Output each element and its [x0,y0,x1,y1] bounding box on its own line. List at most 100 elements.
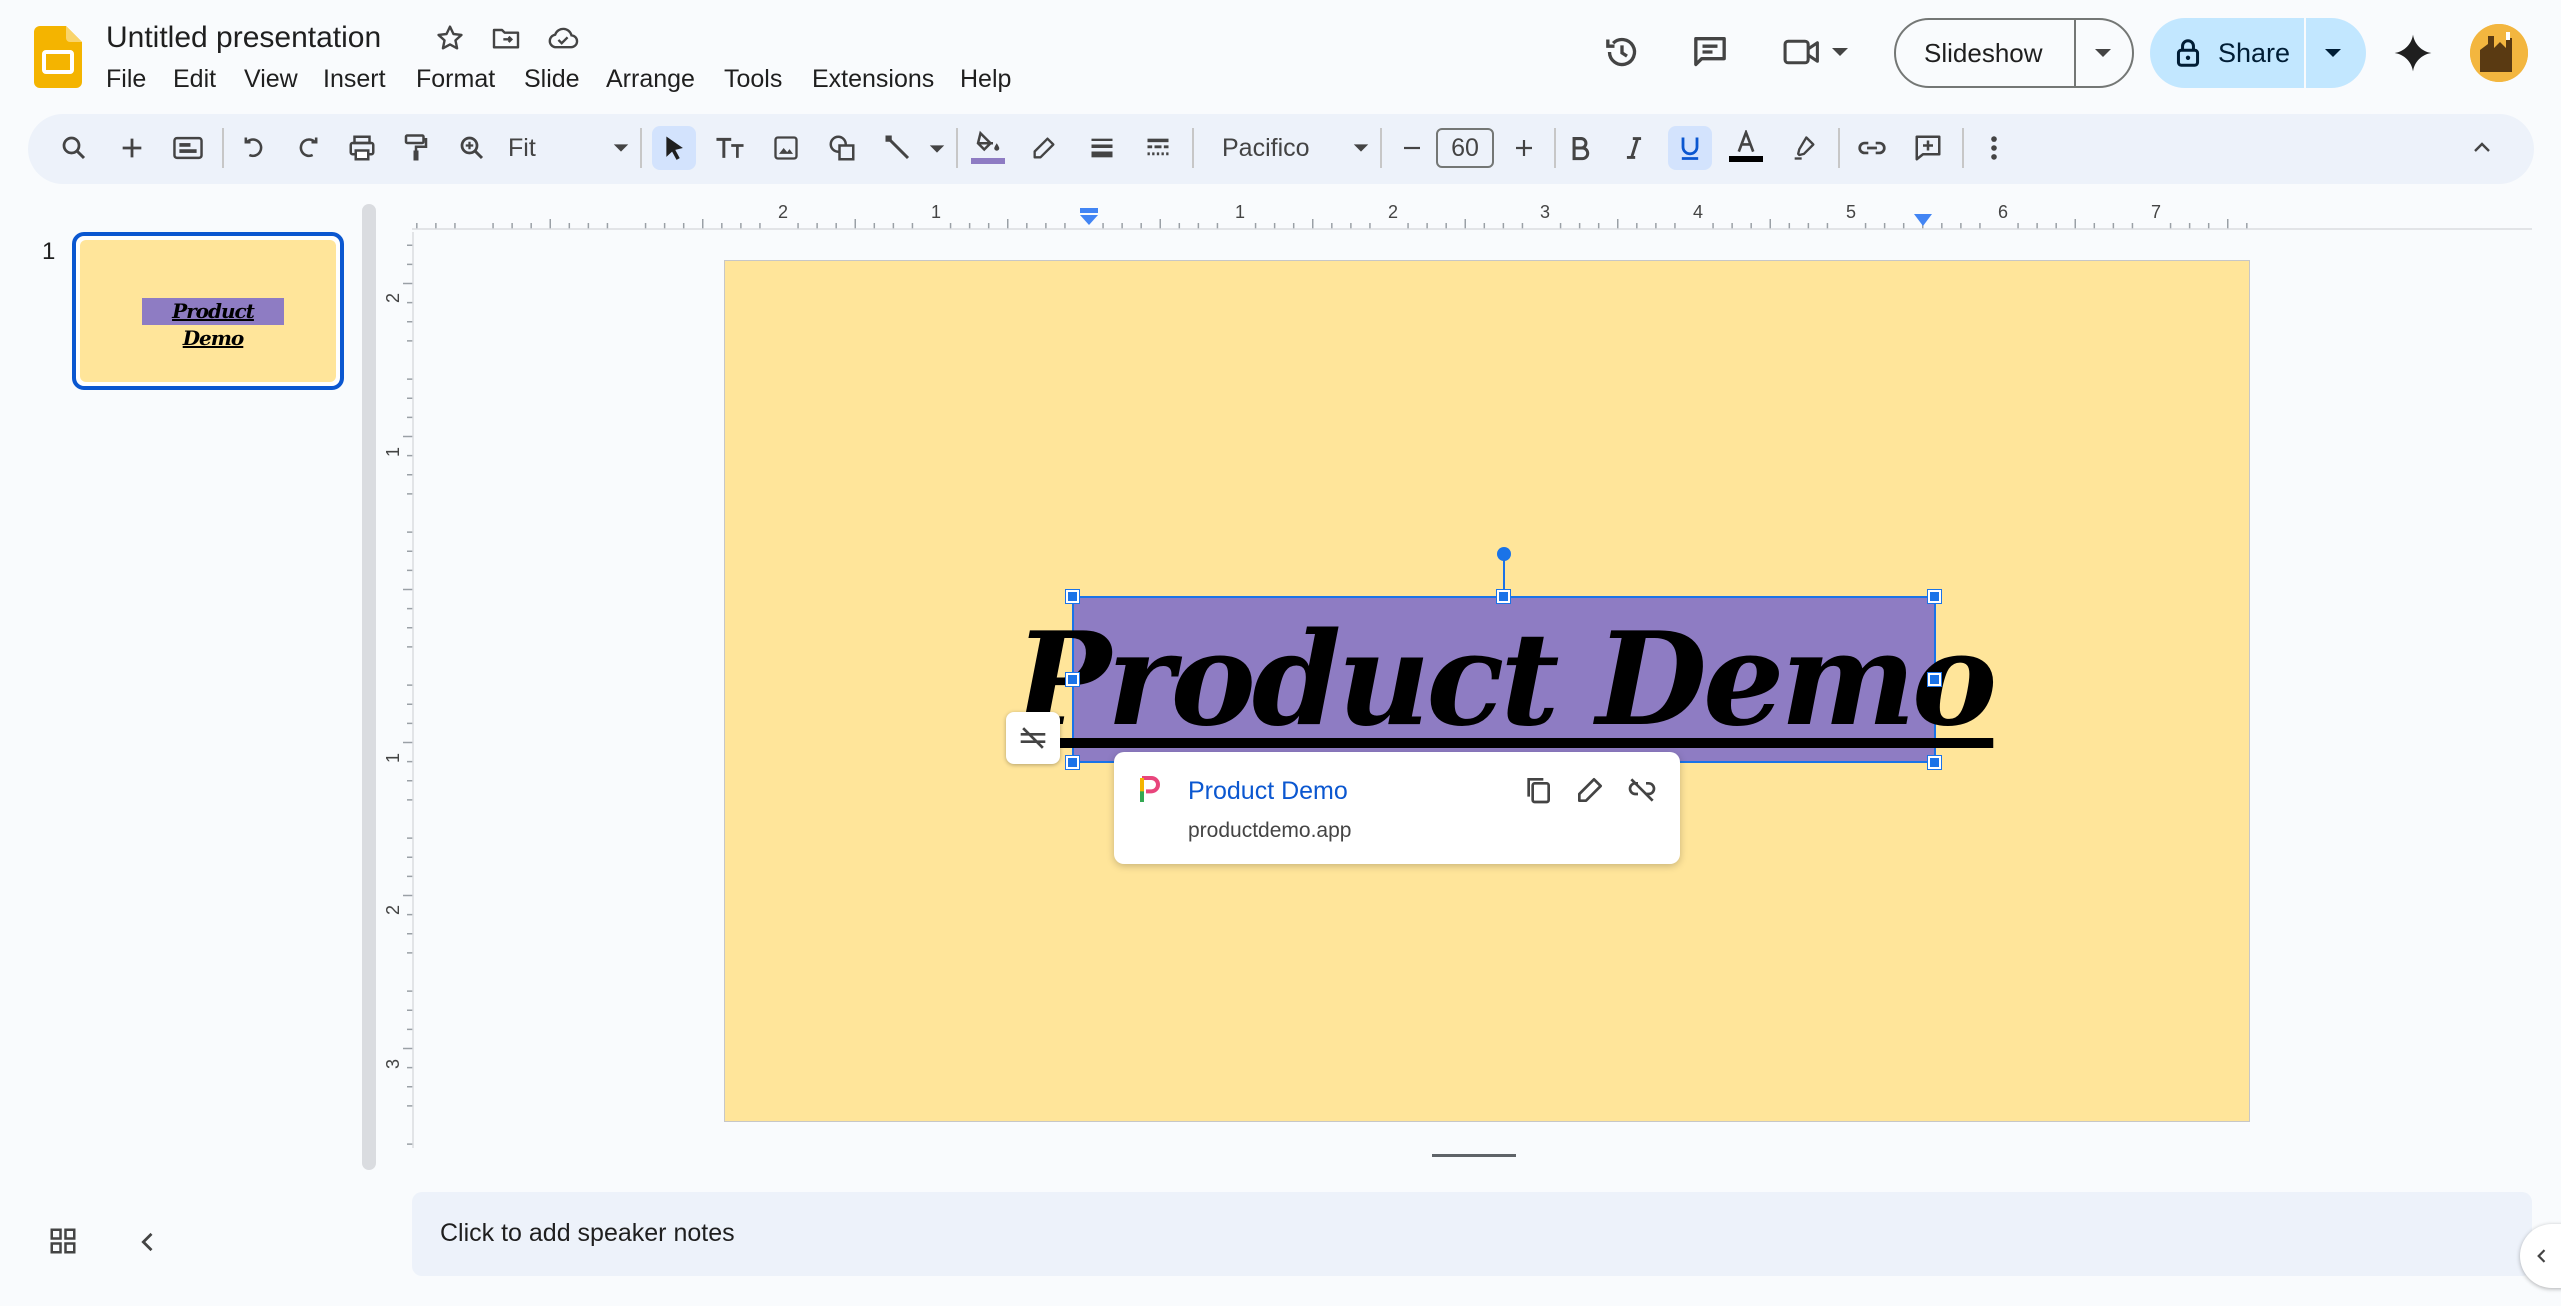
slides-logo-icon [34,26,82,88]
undo-icon[interactable] [232,126,276,170]
menu-file[interactable]: File [106,64,146,94]
text-box-icon[interactable] [708,126,752,170]
resize-handle-bottom-right[interactable] [1927,755,1942,770]
toolbar-separator [640,128,642,168]
paint-format-icon[interactable] [394,126,438,170]
link-popup: Product Demo productdemo.app [1114,752,1680,864]
font-family-select[interactable]: Pacifico [1210,128,1370,168]
menu-extensions[interactable]: Extensions [812,64,934,94]
speaker-notes-placeholder: Click to add speaker notes [440,1219,735,1247]
speaker-notes[interactable]: Click to add speaker notes [412,1192,2532,1276]
copy-link-icon[interactable] [1522,774,1554,806]
menu-edit[interactable]: Edit [173,64,216,94]
shape-icon[interactable] [820,126,864,170]
share-divider [2304,18,2306,88]
title-text-box[interactable]: Product Demo [1015,596,1997,763]
resize-handle-top-left[interactable] [1065,589,1080,604]
link-title[interactable]: Product Demo [1188,776,1348,806]
comments-icon[interactable] [1690,32,1730,72]
resize-handle-bottom-left[interactable] [1065,755,1080,770]
font-size-input[interactable]: 60 [1436,128,1494,168]
link-preview-toggle[interactable] [1006,712,1060,764]
thumbnail-title: Product Demo [142,298,284,350]
ruler-label: 2 [778,202,789,222]
search-menus-icon[interactable] [52,126,96,170]
menu-help[interactable]: Help [960,64,1011,94]
slideshow-button[interactable]: Slideshow [1924,37,2043,69]
menu-insert[interactable]: Insert [323,64,386,94]
share-button[interactable]: Share [2174,18,2290,88]
resize-handle-top[interactable] [1496,589,1511,604]
border-dash-icon[interactable] [1136,126,1180,170]
increase-font-size-icon[interactable] [1502,126,1546,170]
ruler-label: 3 [383,1058,404,1070]
resize-handle-top-right[interactable] [1927,589,1942,604]
add-comment-icon[interactable] [1906,126,1950,170]
print-icon[interactable] [340,126,384,170]
border-color-icon[interactable] [1022,126,1066,170]
slide-thumbnail-canvas: Product Demo [80,240,336,382]
move-folder-icon[interactable] [490,22,522,54]
ruler-label: 1 [383,752,404,764]
remove-link-icon[interactable] [1626,774,1658,806]
chevron-left-icon [2537,1249,2546,1263]
italic-icon[interactable] [1612,126,1656,170]
avatar-image-icon [2470,24,2528,82]
insert-image-icon[interactable] [764,126,808,170]
ruler-label: 2 [1388,202,1399,222]
slide-thumbnail[interactable]: Product Demo [72,232,344,390]
zoom-icon[interactable] [450,126,494,170]
select-tool-button[interactable] [652,126,696,170]
chevron-down-icon [2325,49,2341,57]
zoom-select[interactable]: Fit [500,128,630,168]
slides-logo[interactable] [34,26,82,88]
account-avatar[interactable] [2470,24,2528,82]
collapse-toolbar-icon[interactable] [2460,126,2504,170]
bold-icon[interactable] [1558,126,1602,170]
collapse-filmstrip-icon[interactable] [134,1228,162,1256]
left-indent-marker[interactable] [1078,206,1100,228]
resize-handle-left[interactable] [1065,672,1080,687]
edit-link-icon[interactable] [1574,774,1606,806]
slide-title-text[interactable]: Product Demo [1015,605,1997,755]
hide-preview-icon [1020,727,1046,749]
fill-color-icon[interactable] [966,124,1010,168]
redo-icon[interactable] [286,126,330,170]
grid-view-icon[interactable] [48,1226,78,1256]
chevron-down-icon [2095,49,2111,57]
rotate-handle[interactable] [1497,547,1511,561]
notes-resize-handle[interactable] [1432,1154,1516,1157]
ruler-label: 3 [1540,202,1551,222]
document-title[interactable]: Untitled presentation [106,20,381,56]
slideshow-options-button[interactable] [2080,34,2126,72]
lock-icon [2176,39,2200,67]
decrease-font-size-icon[interactable] [1390,126,1434,170]
menu-tools[interactable]: Tools [724,64,782,94]
version-history-icon[interactable] [1602,32,1642,72]
right-indent-marker[interactable] [1912,212,1934,228]
ruler-label: 5 [1846,202,1857,222]
cloud-saved-icon[interactable] [546,22,580,54]
ruler-label: 7 [2151,202,2162,222]
line-options-chevron-icon[interactable] [928,140,946,158]
meet-button[interactable] [1782,34,1850,70]
resize-handle-right[interactable] [1927,672,1942,687]
insert-link-icon[interactable] [1850,126,1894,170]
underline-icon[interactable] [1668,126,1712,170]
menu-view[interactable]: View [244,64,298,94]
share-options-button[interactable] [2310,34,2356,72]
menu-slide[interactable]: Slide [524,64,580,94]
filmstrip-scrollbar[interactable] [362,204,376,1170]
menu-format[interactable]: Format [416,64,495,94]
text-color-icon[interactable] [1724,124,1768,168]
border-weight-icon[interactable] [1080,126,1124,170]
slide-number: 1 [42,238,56,265]
line-tool-icon[interactable] [876,126,920,170]
menu-arrange[interactable]: Arrange [606,64,695,94]
star-icon[interactable] [434,22,466,54]
slide-layout-icon[interactable] [166,126,210,170]
gemini-icon[interactable] [2392,32,2434,74]
highlight-color-icon[interactable] [1782,126,1826,170]
new-slide-icon[interactable] [110,126,154,170]
more-options-icon[interactable] [1972,126,2016,170]
